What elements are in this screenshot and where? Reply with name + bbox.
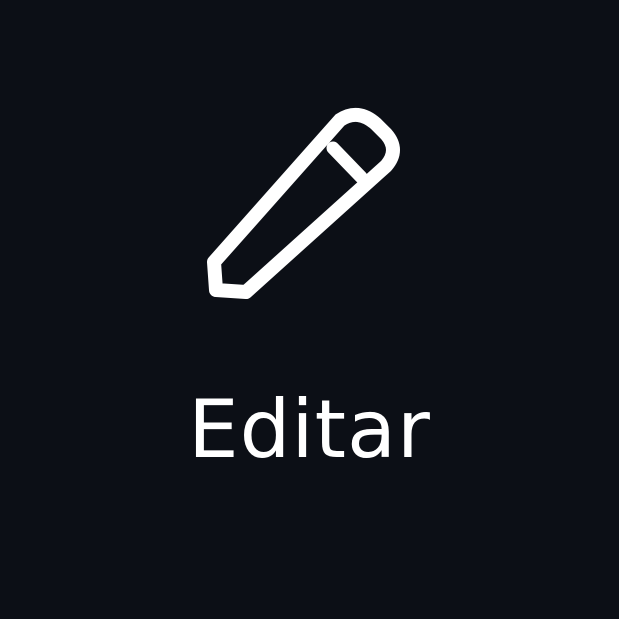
pencil-icon bbox=[0, 0, 619, 619]
edit-label: Editar bbox=[188, 383, 431, 476]
edit-button[interactable]: Editar bbox=[0, 0, 619, 619]
